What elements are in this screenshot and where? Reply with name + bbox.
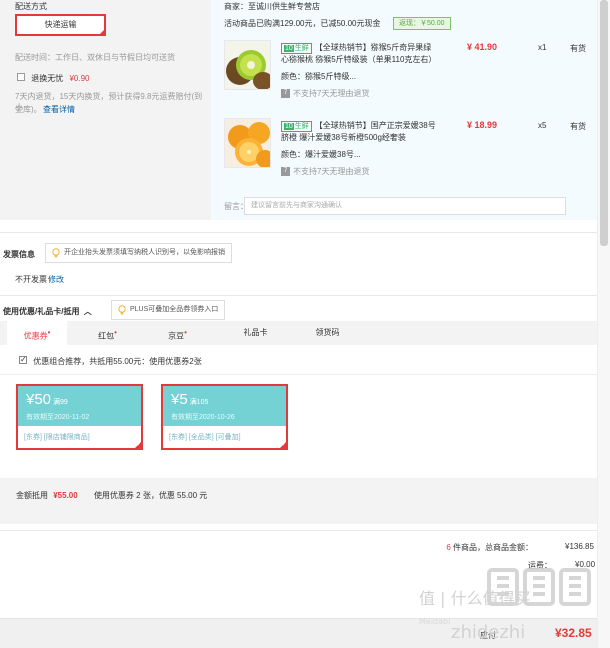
divider bbox=[0, 295, 597, 296]
item-2-return-note: 7 不支持7天无理由退货 bbox=[281, 166, 369, 177]
invoice-tip: 开企业抬头发票须填写纳税人识别号，以免影响报销 bbox=[45, 243, 232, 263]
item-2-name[interactable]: 10 生鲜 【全球热销节】国产正宗爱媛38号 脐橙 爆汁爱媛38号新橙500g经奢装 bbox=[281, 120, 451, 144]
insurance-details-link[interactable]: 查看详情 bbox=[43, 104, 75, 115]
check-icon: ✓ bbox=[136, 442, 141, 448]
scrollbar-thumb[interactable] bbox=[600, 0, 608, 246]
coupon-amount: ¥50 满99 bbox=[26, 391, 68, 408]
svg-text:值 | 什么值得买: 值 | 什么值得买 bbox=[419, 589, 531, 608]
item-1-qty: x1 bbox=[538, 43, 547, 52]
item-2-stock: 有货 bbox=[570, 122, 586, 131]
insurance-price: ¥0.90 bbox=[69, 74, 90, 83]
coupon-amount: ¥5 满105 bbox=[171, 391, 209, 408]
watermark-logo: 值 | 什么值得买 Meidabi zhidezhi bbox=[417, 566, 592, 646]
total-amount: ¥136.85 bbox=[565, 542, 594, 551]
invoice-status: 不开发票 bbox=[15, 275, 47, 284]
item-2-qty: x5 bbox=[538, 121, 547, 130]
tab-coupons[interactable]: 优惠券• bbox=[7, 321, 67, 345]
insurance-row: 退换无忧 ¥0.90 bbox=[17, 73, 90, 84]
insurance-checkbox[interactable] bbox=[17, 73, 25, 81]
kiwi-product-image[interactable] bbox=[224, 40, 271, 90]
chevron-up-icon: ︿ bbox=[83, 307, 92, 316]
watermark-graphic: 值 | 什么值得买 Meidabi zhidezhi bbox=[419, 568, 591, 643]
discount-tag: 返现：￥50.00 bbox=[393, 17, 451, 30]
summary-desc: 使用优惠券 2 张，优惠 55.00 元 bbox=[93, 491, 208, 500]
summary-amount: ¥55.00 bbox=[53, 491, 78, 500]
divider bbox=[0, 530, 597, 531]
tab-red-packet[interactable]: 红包• bbox=[80, 321, 135, 345]
note-input[interactable]: 建议留言前先与商家沟通确认 bbox=[244, 197, 566, 215]
coupon-summary-panel bbox=[0, 478, 597, 524]
coupon-expiry: 有效期至2020-10-26 bbox=[171, 414, 235, 421]
coupon-expiry: 有效期至2020-11-02 bbox=[26, 414, 90, 421]
coupon-head: ¥50 满99 有效期至2020-11-02 bbox=[18, 386, 141, 426]
coupon-tags: [东券] [全品类] [可叠加] bbox=[169, 434, 241, 441]
fresh-tag: 10 生鲜 bbox=[281, 43, 312, 54]
express-shipping-button[interactable]: 快递运输 bbox=[15, 14, 106, 36]
merchant-name: 商家：至诚川供生鲜专营店 bbox=[224, 2, 320, 11]
divider bbox=[0, 232, 597, 233]
coupon-card[interactable]: ¥50 满99 有效期至2020-11-02 [东券] [限店铺限商品] ✓ bbox=[16, 384, 143, 450]
coupons-title[interactable]: 使用优惠/礼品卡/抵用 ︿ bbox=[3, 306, 92, 317]
fresh-icon: 10 bbox=[284, 45, 294, 52]
coupon-card[interactable]: ¥5 满105 有效期至2020-10-26 [东券] [全品类] [可叠加] ✓ bbox=[161, 384, 288, 450]
item-count-label: 件商品，总商品金额： bbox=[453, 543, 533, 552]
combo-label: 优惠组合推荐，共抵用55.00元：使用优惠券2张 bbox=[33, 357, 202, 366]
lightbulb-icon bbox=[118, 305, 126, 315]
combo-row: ✓ 优惠组合推荐，共抵用55.00元：使用优惠券2张 bbox=[19, 355, 202, 367]
invoice-title: 发票信息 bbox=[3, 250, 35, 259]
orange-image bbox=[225, 119, 270, 167]
item-count-row: 6 件商品，总商品金额： bbox=[446, 542, 533, 553]
item-1-return-note: 7 不支持7天无理由退货 bbox=[281, 88, 369, 99]
selected-corner-icon bbox=[98, 28, 106, 36]
insurance-desc-2: 金库)。 bbox=[15, 105, 42, 114]
tab-jd-beans[interactable]: 京豆• bbox=[150, 321, 205, 345]
item-2-color: 颜色：爆汁爱媛38号... bbox=[281, 150, 361, 159]
combo-checkbox[interactable]: ✓ bbox=[19, 355, 27, 364]
item-1-name[interactable]: 10 生鲜 【全球热销节】猕猴5斤奇异果绿 心猕猴桃 猕猴5斤特级装（单果110克左… bbox=[281, 42, 451, 66]
coupon-tags: [东券] [限店铺限商品] bbox=[24, 434, 90, 441]
item-2-price: ¥ 18.99 bbox=[467, 120, 498, 130]
tab-pickup-code[interactable]: 领货码 bbox=[300, 321, 355, 345]
delivery-time-text: 配送时间：工作日、双休日与节假日均可送货 bbox=[15, 53, 175, 62]
item-1-color: 颜色：猕猴5斤特级... bbox=[281, 72, 357, 81]
coupon-head: ¥5 满105 有效期至2020-10-26 bbox=[163, 386, 286, 426]
fresh-icon: 10 bbox=[284, 123, 294, 130]
express-shipping-label: 快递运输 bbox=[44, 20, 77, 29]
svg-text:Meidabi: Meidabi bbox=[419, 617, 450, 626]
check-icon: ✓ bbox=[281, 442, 286, 448]
invoice-edit-link[interactable]: 修改 bbox=[48, 274, 64, 285]
summary-label: 金额抵用 bbox=[16, 491, 48, 500]
coupon-summary: 金额抵用 ¥55.00 使用优惠券 2 张，优惠 55.00 元 bbox=[16, 490, 207, 501]
item-count: 6 bbox=[446, 543, 451, 552]
shipping-title: 配送方式 bbox=[15, 2, 47, 11]
scrollbar[interactable] bbox=[597, 0, 610, 648]
svg-text:zhidezhi: zhidezhi bbox=[451, 622, 525, 643]
lightbulb-icon bbox=[52, 248, 60, 258]
tab-gift-card[interactable]: 礼品卡 bbox=[228, 321, 283, 345]
fresh-tag: 10 生鲜 bbox=[281, 121, 312, 132]
item-1-stock: 有货 bbox=[570, 44, 586, 53]
orange-product-image[interactable] bbox=[224, 118, 271, 168]
divider bbox=[0, 374, 597, 375]
store-items-panel bbox=[211, 0, 597, 220]
no-return-icon: 7 bbox=[281, 167, 290, 177]
no-return-icon: 7 bbox=[281, 89, 290, 99]
insurance-label: 退换无忧 bbox=[31, 74, 64, 83]
plus-tip[interactable]: PLUS可叠加全品券领券入口 bbox=[111, 300, 226, 320]
promo-text: 活动商品已购满129.00元，已减50.00元现金 bbox=[224, 19, 381, 28]
kiwi-image bbox=[225, 41, 270, 89]
item-1-price: ¥ 41.90 bbox=[467, 42, 498, 52]
